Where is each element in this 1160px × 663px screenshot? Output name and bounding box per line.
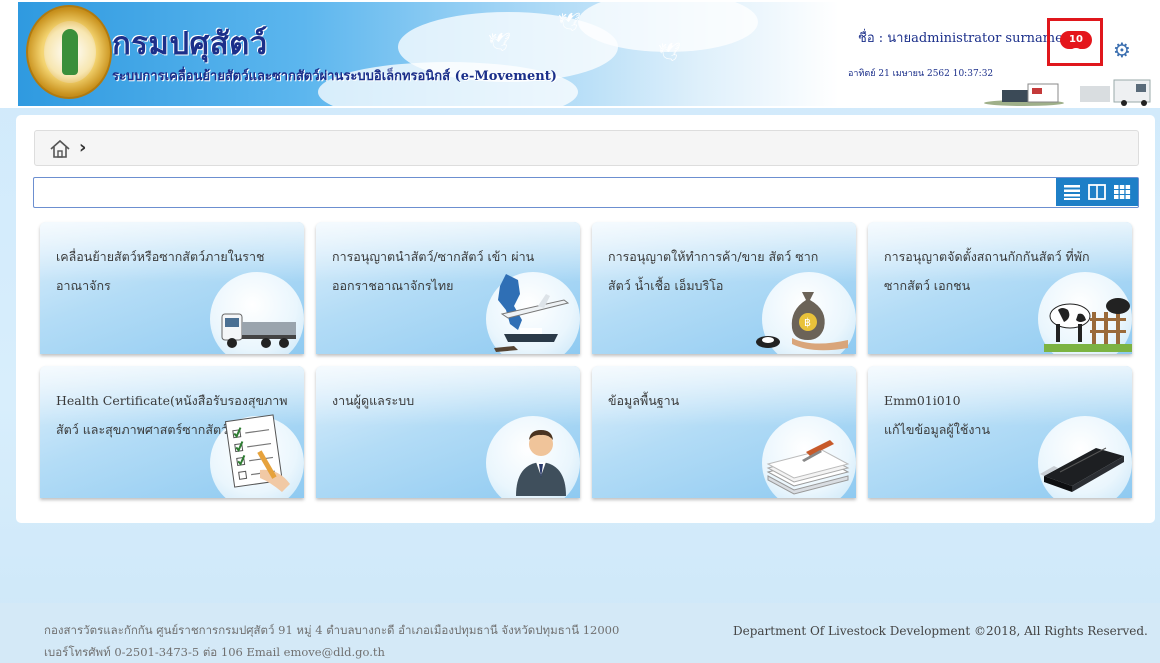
menu-tile-master-data[interactable]: ข้อมูลพื้นฐาน (592, 366, 856, 498)
svg-text:฿: ฿ (804, 316, 811, 329)
breadcrumb: › (34, 130, 1139, 166)
grid-view-icon[interactable] (1112, 183, 1132, 201)
view-toggle-group (1056, 178, 1138, 206)
list-view-icon[interactable] (1062, 183, 1082, 201)
menu-tile-edit-user[interactable]: Emm01i010 แก้ไขข้อมูลผู้ใช้งาน (868, 366, 1132, 498)
money-bag-icon: ฿ (756, 292, 848, 351)
org-title: กรมปศุสัตว์ (112, 26, 268, 62)
menu-tile-system-admin[interactable]: งานผู้ดูแลระบบ (316, 366, 580, 498)
tile-label: เคลื่อนย้ายสัตว์หรือซากสัตว์ภายในราชอาณา… (56, 249, 265, 293)
search-input[interactable] (34, 178, 1054, 207)
truck-icon (221, 313, 296, 348)
header: 🕊 🕊 🕊 กรมปศุสัตว์ ระบบการเคลื่อนย้ายสัตว… (0, 0, 1160, 108)
menu-tile-trade-license[interactable]: การอนุญาตให้ทำการค้า/ขาย สัตว์ ซากสัตว์ … (592, 222, 856, 354)
usb-drive-icon (1040, 447, 1124, 492)
dove-icon: 🕊 (488, 32, 511, 53)
footer-contact-line: เบอร์โทรศัพท์ 0-2501-3473-5 ต่อ 106 Emai… (44, 645, 385, 659)
tile-label: ข้อมูลพื้นฐาน (608, 393, 680, 408)
search-bar (33, 177, 1139, 208)
notifications-button[interactable]: 10 (1047, 18, 1103, 66)
column-view-icon[interactable] (1087, 183, 1107, 201)
logo-figure (62, 29, 78, 75)
current-datetime: อาทิตย์ 21 เมษายน 2562 10:37:32 (848, 69, 994, 79)
documents-stack-icon (766, 440, 850, 495)
footer-copyright: Department Of Livestock Development ©201… (733, 624, 1148, 638)
checklist-icon (224, 414, 290, 492)
cattle-pen-icon (1044, 298, 1132, 352)
vehicles-illustration (984, 79, 1151, 106)
footer: กองสารวัตรและกักกัน ศูนย์ราชการกรมปศุสัต… (0, 603, 1160, 663)
notification-count-badge: 10 (1060, 31, 1092, 49)
tile-label: งานผู้ดูแลระบบ (332, 393, 415, 408)
breadcrumb-separator: › (79, 137, 87, 158)
bell-icon (1068, 48, 1084, 62)
dove-icon: 🕊 (658, 42, 681, 63)
user-name: ชื่อ : นายadministrator surname (858, 31, 1063, 46)
footer-address-line1: กองสารวัตรและกักกัน ศูนย์ราชการกรมปศุสัต… (44, 623, 620, 637)
department-logo[interactable] (26, 5, 112, 99)
org-subtitle: ระบบการเคลื่อนย้ายสัตว์และซากสัตว์ผ่านระ… (112, 69, 557, 84)
gear-icon[interactable]: ⚙ (1113, 40, 1133, 60)
menu-tile-health-certificate[interactable]: Health Certificate(หนังสือรับรองสุขภาพสั… (40, 366, 304, 498)
footer-address: กองสารวัตรและกักกัน ศูนย์ราชการกรมปศุสัต… (44, 619, 619, 663)
dove-icon: 🕊 (558, 12, 581, 33)
menu-tile-domestic-movement[interactable]: เคลื่อนย้ายสัตว์หรือซากสัตว์ภายในราชอาณา… (40, 222, 304, 354)
home-icon[interactable] (49, 139, 71, 159)
menu-tile-quarantine-station[interactable]: การอนุญาตจัดตั้งสถานกักกันสัตว์ ที่พักซา… (868, 222, 1132, 354)
transport-map-icon (494, 274, 570, 352)
admin-user-icon (516, 430, 566, 496)
menu-tile-import-export[interactable]: การอนุญาตนำสัตว์/ซากสัตว์ เข้า ผ่าน ออกร… (316, 222, 580, 354)
